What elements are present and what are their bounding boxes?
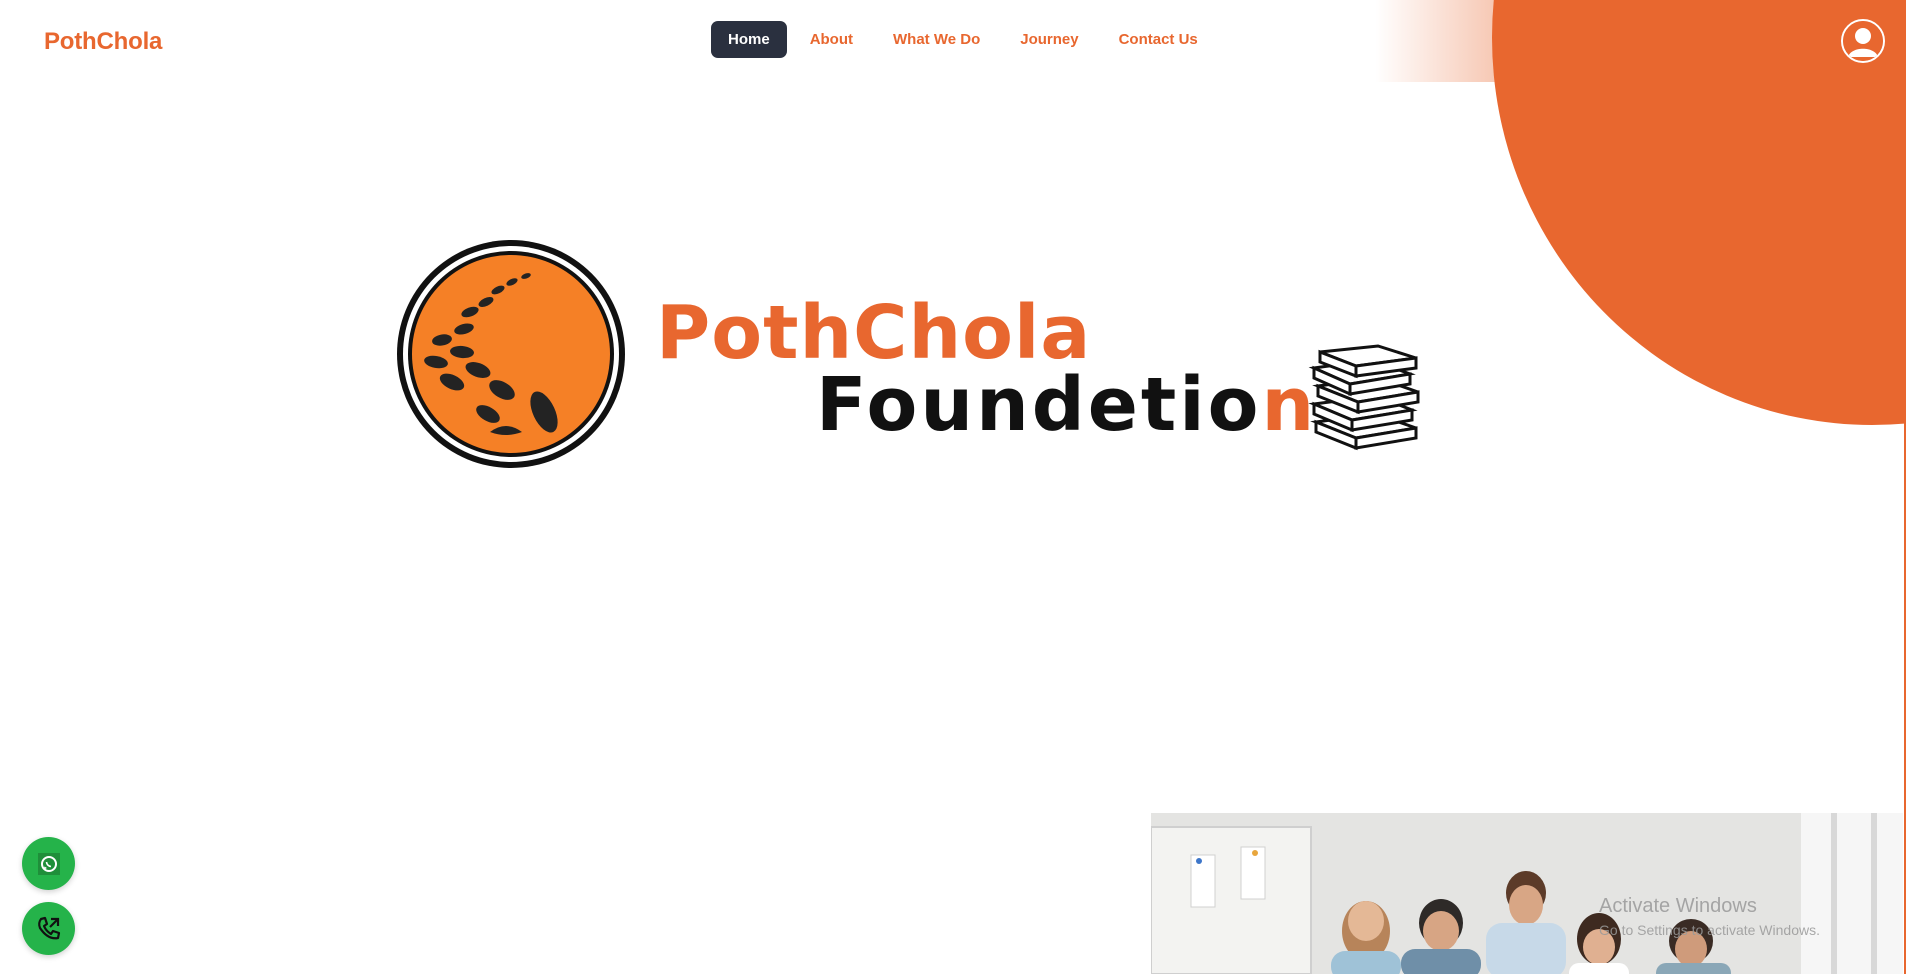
user-avatar-icon[interactable] — [1841, 19, 1885, 63]
phone-call-icon — [37, 916, 60, 939]
nav-home[interactable]: Home — [711, 21, 787, 58]
footprints-circle-icon — [397, 240, 625, 468]
logo-title-foundetion-main: Foundetio — [816, 362, 1262, 448]
books-stack-icon — [1308, 344, 1420, 451]
page: PothChola Home About What We Do Journey … — [0, 0, 1906, 974]
logo-title-foundetion: Foundetion — [816, 362, 1317, 448]
phone-call-button[interactable] — [22, 902, 75, 955]
whatsapp-icon — [37, 852, 60, 875]
nav-journey[interactable]: Journey — [1003, 21, 1095, 58]
team-photo — [1151, 813, 1903, 974]
site-header: PothChola Home About What We Do Journey … — [0, 0, 1906, 82]
whatsapp-button[interactable] — [22, 837, 75, 890]
nav-what-we-do[interactable]: What We Do — [876, 21, 997, 58]
main-nav: Home About What We Do Journey Contact Us — [711, 21, 1215, 58]
activate-windows-title: Activate Windows — [1599, 895, 1757, 917]
activate-windows-subtitle: Go to Settings to activate Windows. — [1599, 922, 1820, 938]
brand-logo[interactable]: PothChola — [44, 28, 162, 56]
nav-contact-us[interactable]: Contact Us — [1102, 21, 1215, 58]
nav-about[interactable]: About — [793, 21, 870, 58]
header-gradient — [1375, 0, 1906, 82]
hero-logo: PothChola Foundetion — [394, 232, 1424, 482]
